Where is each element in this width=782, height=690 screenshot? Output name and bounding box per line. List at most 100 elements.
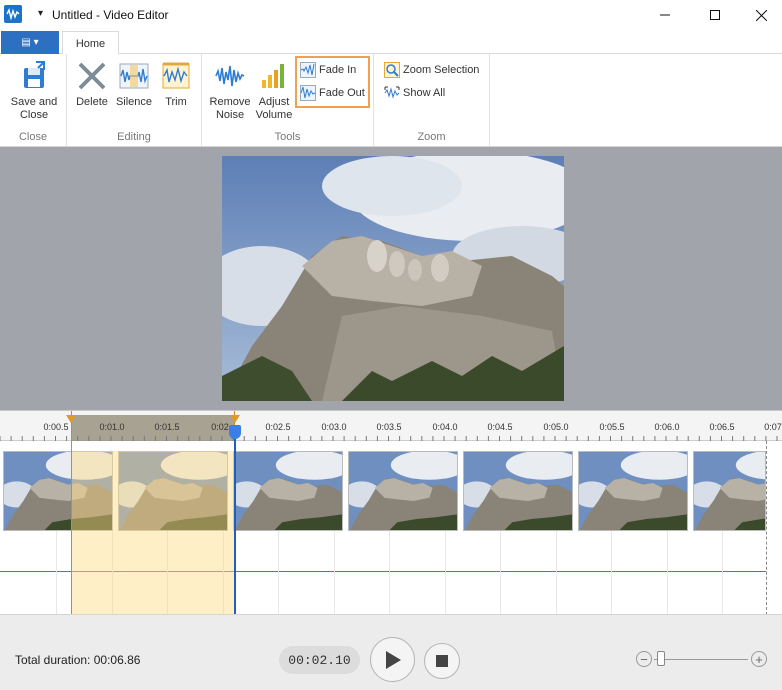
- remove-noise-label-2: Noise: [215, 109, 245, 121]
- tick-label: 0:03.5: [376, 422, 402, 432]
- trim-label: Trim: [165, 96, 187, 108]
- tick-label: 0:05.0: [543, 422, 569, 432]
- fade-out-label: Fade Out: [319, 87, 365, 99]
- grid-line: [56, 531, 57, 615]
- grid-line: [278, 531, 279, 615]
- grid-line: [667, 531, 668, 615]
- save-icon: [18, 60, 50, 92]
- grid-line: [722, 531, 723, 615]
- adjust-volume-button[interactable]: Adjust Volume: [254, 60, 294, 122]
- fade-out-icon: [300, 85, 316, 101]
- silence-label: Silence: [115, 96, 153, 108]
- editing-group: Delete Silence Trim Editing: [67, 54, 202, 146]
- current-time-display: 00:02.10: [279, 646, 360, 674]
- show-all-label: Show All: [403, 87, 446, 99]
- adjust-volume-label-2: Volume: [255, 109, 293, 121]
- video-thumbnail: [233, 451, 343, 531]
- zoom-group: Zoom Selection Show All Zoom: [374, 54, 490, 146]
- delete-label: Delete: [76, 96, 108, 108]
- zoom-selection-label: Zoom Selection: [403, 64, 480, 76]
- group-label-editing: Editing: [117, 131, 151, 143]
- total-duration: Total duration: 00:06.86: [15, 653, 141, 667]
- volume-icon: [258, 60, 290, 92]
- selection-end-marker-icon[interactable]: [230, 415, 240, 423]
- stop-icon: [436, 655, 448, 667]
- title-bar: ▾ Untitled - Video Editor: [0, 0, 782, 30]
- fade-in-icon: [300, 62, 316, 78]
- video-thumbnail: [463, 451, 573, 531]
- timeline[interactable]: 0:00.5 0:01.0 0:01.5 0:02 0:02.5 0:03.0 …: [0, 410, 782, 615]
- grid-line: [556, 531, 557, 615]
- save-close-label-1: Save and: [10, 96, 58, 108]
- zoom-slider-track[interactable]: [654, 659, 748, 660]
- zoom-selection-button[interactable]: Zoom Selection: [384, 60, 479, 80]
- close-group: Save and Close Close: [0, 54, 67, 146]
- tick-label: 0:06.5: [709, 422, 735, 432]
- tab-home[interactable]: Home: [62, 31, 119, 55]
- remove-noise-button[interactable]: Remove Noise: [208, 60, 252, 122]
- zoom-out-button[interactable]: −: [636, 651, 652, 667]
- selection-range-top: [71, 411, 235, 451]
- file-menu-label: ▤ ▾: [21, 37, 39, 48]
- fade-in-button[interactable]: Fade In: [300, 60, 356, 80]
- delete-icon: [76, 60, 108, 92]
- silence-icon: [118, 60, 150, 92]
- stop-button[interactable]: [424, 643, 460, 679]
- quick-access-dropdown-icon[interactable]: ▾: [38, 8, 43, 19]
- video-preview-frame[interactable]: [222, 156, 564, 401]
- fade-in-label: Fade In: [319, 64, 357, 76]
- play-icon: [385, 650, 401, 669]
- zoom-selection-icon: [384, 62, 400, 78]
- tick-label: 0:00.5: [43, 422, 69, 432]
- file-menu-button[interactable]: ▤ ▾: [1, 31, 59, 54]
- group-label-zoom: Zoom: [417, 131, 446, 143]
- trim-button[interactable]: Trim: [156, 60, 196, 109]
- selection-range[interactable]: [71, 451, 235, 615]
- zoom-slider-thumb[interactable]: [657, 651, 665, 666]
- video-preview-area: [0, 147, 782, 410]
- status-bar: Total duration: 00:06.86 00:02.10 − +: [0, 614, 782, 690]
- minimize-button[interactable]: [642, 0, 688, 30]
- tick-label: 0:06.0: [654, 422, 680, 432]
- grid-line: [445, 531, 446, 615]
- grid-line: [389, 531, 390, 615]
- grid-line: [500, 531, 501, 615]
- remove-noise-label-1: Remove: [209, 96, 251, 108]
- app-logo-icon[interactable]: [4, 5, 22, 23]
- show-all-button[interactable]: Show All: [384, 83, 445, 103]
- end-marker: [766, 441, 767, 615]
- video-thumbnail: [693, 451, 766, 531]
- group-label-close: Close: [18, 131, 48, 143]
- tick-label: 0:03.0: [321, 422, 347, 432]
- selection-start-marker-icon[interactable]: [66, 415, 76, 423]
- video-thumbnail: [348, 451, 458, 531]
- fade-out-button[interactable]: Fade Out: [300, 83, 365, 103]
- mountain-landscape-image: [222, 156, 564, 401]
- tick-label: 0:05.5: [599, 422, 625, 432]
- playhead-handle[interactable]: [229, 425, 241, 439]
- delete-button[interactable]: Delete: [71, 60, 113, 109]
- close-window-button[interactable]: [738, 0, 782, 30]
- tick-label: 0:04.0: [432, 422, 458, 432]
- grid-line: [611, 531, 612, 615]
- grid-line: [334, 531, 335, 615]
- show-all-icon: [384, 86, 400, 99]
- adjust-volume-label-1: Adjust: [258, 96, 290, 108]
- group-label-tools: Tools: [274, 131, 301, 143]
- ribbon-tab-row: ▤ ▾ Home: [0, 30, 782, 55]
- tick-label: 0:07: [764, 422, 782, 432]
- video-thumbnail: [578, 451, 688, 531]
- playhead[interactable]: [234, 425, 236, 615]
- tick-label: 0:04.5: [487, 422, 513, 432]
- tick-label: 0:02.5: [265, 422, 291, 432]
- maximize-button[interactable]: [692, 0, 738, 30]
- silence-button[interactable]: Silence: [114, 60, 154, 109]
- window-title: Untitled - Video Editor: [52, 8, 169, 22]
- play-button[interactable]: [370, 637, 415, 682]
- zoom-in-button[interactable]: +: [751, 651, 767, 667]
- trim-icon: [160, 60, 192, 92]
- save-and-close-button[interactable]: Save and Close: [6, 60, 62, 122]
- save-close-label-2: Close: [19, 109, 49, 121]
- remove-noise-icon: [214, 60, 246, 92]
- ribbon: Save and Close Close Delete Silence Trim…: [0, 54, 782, 147]
